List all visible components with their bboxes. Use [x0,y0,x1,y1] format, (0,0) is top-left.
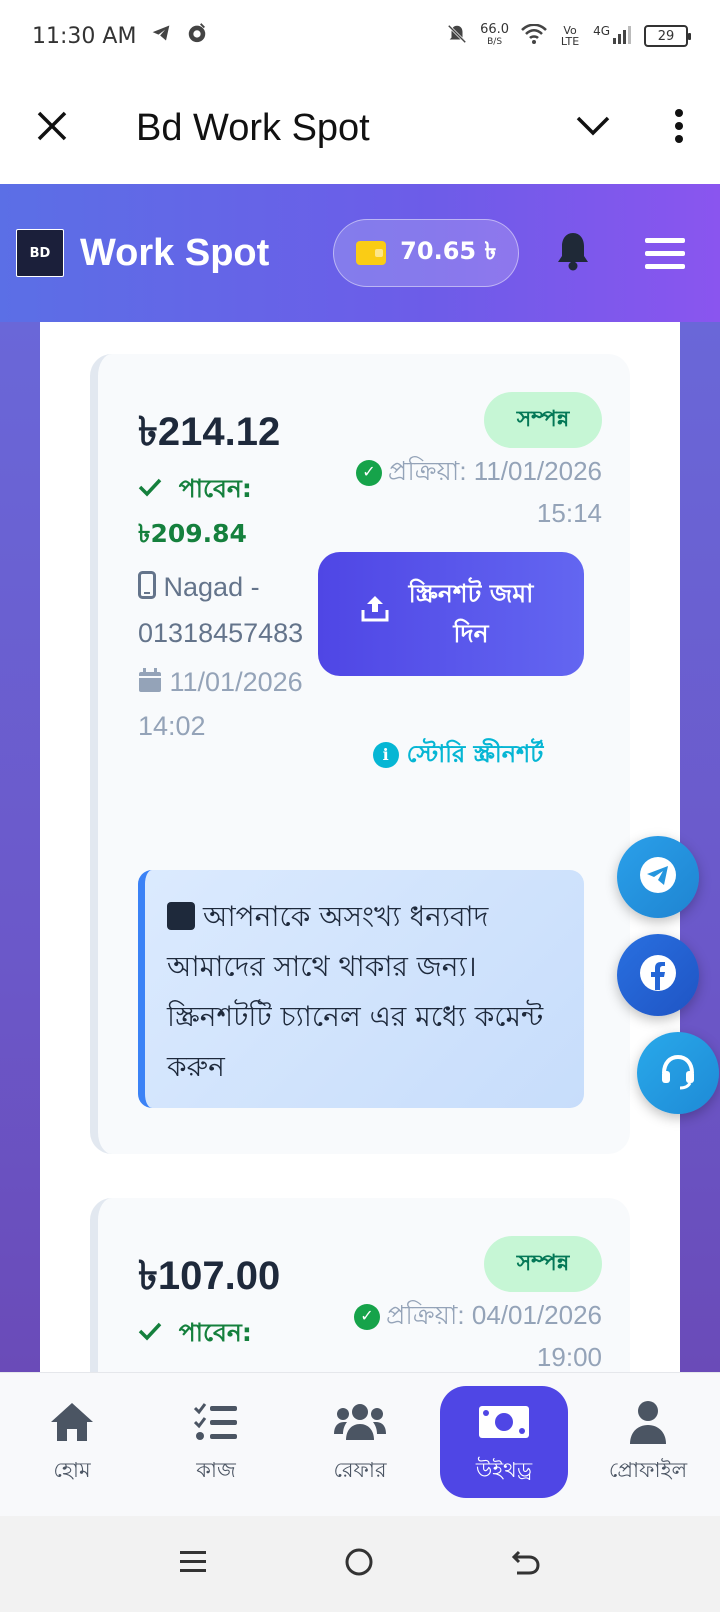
payment-method-text: Nagad - 01318457483 [138,572,304,648]
processed-date: প্রক্রিয়া: 11/01/2026 [387,456,602,486]
telegram-icon [639,856,677,898]
signal-icon [612,24,632,48]
check-circle-icon: ✓ [353,1304,380,1331]
receive-value: ৳209.84 [138,519,247,548]
telegram-button[interactable] [617,836,699,918]
mute-icon [446,22,468,50]
nav-refer-label: রেফার [333,1458,387,1482]
nav-tasks-label: কাজ [196,1458,236,1482]
nav-refer[interactable]: রেফার [288,1373,432,1517]
logo-text: BD [29,245,51,261]
check-icon [138,1318,171,1347]
note-text: আপনাকে অসংখ্য ধন্যবাদ আমাদের সাথে থাকার … [167,900,544,1083]
brand-name[interactable]: Work Spot [80,232,269,275]
back-icon[interactable] [511,1548,541,1580]
nav-tasks[interactable]: কাজ [144,1373,288,1517]
app-title: Bd Work Spot [136,106,370,149]
site-navbar: BD Work Spot 70.65 ৳ [0,184,720,322]
processed-time: 15:14 [536,498,602,528]
nav-withdraw-label: উইথড্র [475,1458,533,1482]
story-link-label: স্টোরি স্ক্রীনশর্ট [406,740,544,768]
tasks-icon [194,1400,238,1444]
nav-home-label: হোম [53,1458,91,1482]
withdrawal-card: ৳214.12 সম্পন্ন পাবেন: ৳209.84 ✓ প্রক্রিয… [90,354,630,1154]
home-icon [48,1400,96,1444]
receive-amount: পাবেন: [138,1310,252,1355]
admin-note: আপনাকে অসংখ্য ধন্যবাদ আমাদের সাথে থাকার … [138,870,584,1108]
upload-icon [361,594,389,634]
receive-amount: পাবেন: ৳209.84 [138,466,252,556]
withdrawal-card: ৳107.00 সম্পন্ন পাবেন: ✓ প্রক্রিয়া: 04/0… [90,1198,630,1372]
close-icon[interactable] [36,110,68,146]
volte-label: Vo LTE [560,24,580,48]
receive-label: পাবেন: [178,1318,252,1347]
app-notification-icon [186,22,208,50]
processed-date: প্রক্রিয়া: 04/01/2026 [385,1300,602,1330]
receive-label: পাবেন: [178,474,252,503]
facebook-button[interactable] [617,934,699,1016]
status-bar: 11:30 AM 66.0 B/S Vo LTE 4G 29 [0,0,720,72]
upload-screenshot-button[interactable]: স্ক্রিনশট জমা দিন [318,552,584,676]
nav-home[interactable]: হোম [0,1373,144,1517]
wallet-balance-button[interactable]: 70.65 ৳ [333,219,520,287]
net-speed: 66.0 [480,22,510,37]
telegram-notification-icon [150,23,172,49]
calendar-icon [138,667,170,697]
wallet-balance: 70.65 ৳ [400,237,497,265]
app-header: Bd Work Spot [0,72,720,184]
home-circle-icon[interactable] [344,1547,374,1581]
support-button[interactable] [637,1032,719,1114]
withdrawal-amount: ৳107.00 [138,1254,281,1298]
wallet-icon [356,241,387,265]
status-badge: সম্পন্ন [484,392,602,448]
check-icon [138,474,171,503]
withdraw-history-panel: ৳214.12 সম্পন্ন পাবেন: ৳209.84 ✓ প্রক্রিয… [40,322,680,1372]
story-screenshot-link[interactable]: i স্টোরি স্ক্রীনশর্ট [358,734,558,774]
nav-profile[interactable]: প্রোফাইল [576,1373,720,1517]
upload-button-label: স্ক্রিনশট জমা দিন [408,579,534,648]
wifi-icon [521,23,547,48]
site-logo[interactable]: BD [16,229,64,277]
info-icon: i [372,742,399,768]
more-options-icon[interactable] [674,109,684,147]
user-icon [628,1400,668,1444]
menu-icon[interactable] [645,237,686,269]
processed-time: 19:00 [536,1342,602,1372]
processed-info: ✓ প্রক্রিয়া: 11/01/2026 15:14 [332,450,602,534]
headset-icon [658,1051,698,1095]
nav-profile-label: প্রোফাইল [608,1458,688,1482]
status-badge: সম্পন্ন [484,1236,602,1292]
network-type: 4G [593,24,610,38]
users-icon [333,1400,387,1444]
bottom-navigation: হোম কাজ রেফার উইথড্র প্রোফাইল [0,1372,720,1516]
withdrawal-amount: ৳214.12 [138,410,281,454]
facebook-icon [639,954,677,996]
payment-method: Nagad - 01318457483 [138,564,328,656]
system-navigation-bar [0,1516,720,1612]
chevron-down-icon[interactable] [576,115,610,141]
money-icon [477,1400,531,1444]
processed-info: ✓ প্রক্রিয়া: 04/01/2026 19:00 [332,1294,602,1372]
status-time: 11:30 AM [32,23,137,49]
battery-level: 29 [657,28,675,44]
phone-icon [138,571,164,602]
recent-apps-icon[interactable] [179,1549,207,1579]
check-circle-icon: ✓ [355,460,382,487]
sticky-note-icon [167,902,195,930]
bell-icon[interactable] [555,231,591,275]
nav-withdraw[interactable]: উইথড্র [432,1373,576,1517]
battery-icon: 29 [644,25,691,47]
net-speed-unit: B/S [487,37,503,47]
request-date: 11/01/2026 14:02 [138,660,328,748]
